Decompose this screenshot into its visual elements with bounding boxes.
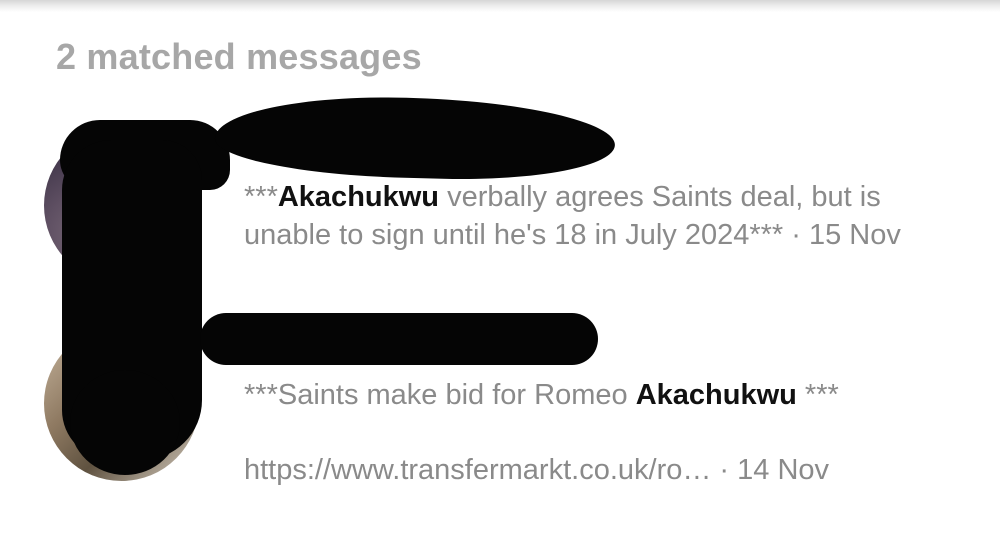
search-highlight: Akachukwu	[635, 379, 797, 411]
message-link[interactable]: https://www.transfermarkt.co.uk/ro…	[244, 454, 711, 486]
redaction-mark	[70, 370, 180, 475]
message-preview[interactable]: ***Akachukwu verbally agrees Saints deal…	[244, 178, 944, 254]
message-text-prefix: ***Saints make bid for Romeo	[244, 379, 636, 411]
message-link-line: https://www.transfermarkt.co.uk/ro… · 14…	[244, 451, 944, 489]
search-highlight: Akachukwu	[277, 181, 440, 213]
message-text-prefix: ***	[244, 181, 278, 213]
redacted-sender-name[interactable]	[200, 313, 598, 365]
redacted-sender-name[interactable]	[214, 92, 616, 184]
results-count-header: 2 matched messages	[56, 36, 422, 77]
message-preview[interactable]: ***Saints make bid for Romeo Akachukwu *…	[244, 376, 944, 489]
message-date: · 14 Nov	[711, 454, 830, 486]
top-shadow-divider	[0, 0, 1000, 12]
message-text-suffix: ***	[796, 379, 839, 411]
